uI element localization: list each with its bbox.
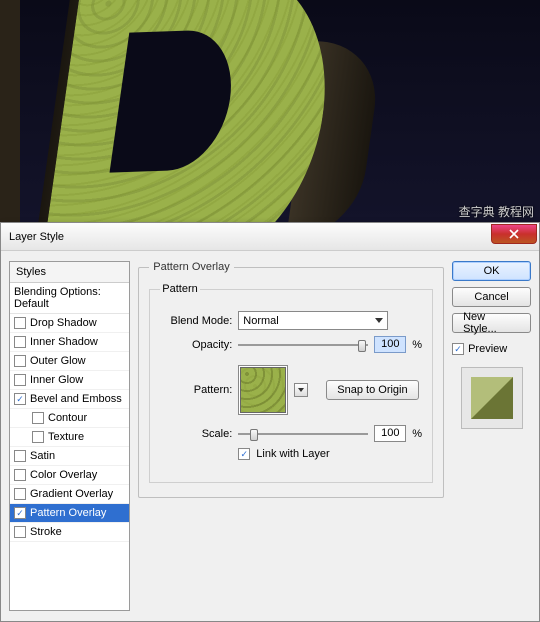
style-item-gradient-overlay[interactable]: Gradient Overlay — [10, 485, 129, 504]
style-item-pattern-overlay[interactable]: Pattern Overlay — [10, 504, 129, 523]
pattern-label: Pattern: — [160, 384, 232, 396]
snap-to-origin-button[interactable]: Snap to Origin — [326, 380, 418, 400]
style-item-label: Drop Shadow — [30, 317, 97, 329]
scale-unit: % — [412, 428, 422, 440]
style-item-drop-shadow[interactable]: Drop Shadow — [10, 314, 129, 333]
document-canvas: 查字典 教程网 — [0, 0, 540, 222]
style-item-checkbox[interactable] — [14, 336, 26, 348]
style-item-checkbox[interactable] — [32, 431, 44, 443]
style-item-satin[interactable]: Satin — [10, 447, 129, 466]
style-item-label: Color Overlay — [30, 469, 97, 481]
link-with-layer-label: Link with Layer — [256, 448, 329, 460]
preview-label: Preview — [468, 343, 507, 355]
style-item-checkbox[interactable] — [14, 317, 26, 329]
ok-button[interactable]: OK — [452, 261, 531, 281]
style-item-checkbox[interactable] — [14, 469, 26, 481]
scale-input[interactable]: 100 — [374, 425, 406, 442]
chevron-down-icon — [375, 318, 383, 323]
opacity-slider[interactable] — [238, 338, 368, 352]
pattern-overlay-group: Pattern Overlay Pattern Blend Mode: Norm… — [138, 261, 444, 498]
dialog-titlebar[interactable]: Layer Style — [1, 223, 539, 251]
opacity-label: Opacity: — [160, 339, 232, 351]
preview-checkbox[interactable] — [452, 343, 464, 355]
style-item-checkbox[interactable] — [14, 393, 26, 405]
style-item-label: Pattern Overlay — [30, 507, 106, 519]
chevron-down-icon — [298, 388, 304, 392]
style-item-stroke[interactable]: Stroke — [10, 523, 129, 542]
styles-header[interactable]: Styles — [10, 262, 129, 283]
style-item-bevel-and-emboss[interactable]: Bevel and Emboss — [10, 390, 129, 409]
blending-options-item[interactable]: Blending Options: Default — [10, 283, 129, 314]
pattern-inner-group: Pattern Blend Mode: Normal Opacity: — [149, 283, 433, 483]
close-icon — [509, 229, 519, 239]
preview-thumbnail — [461, 367, 523, 429]
style-item-label: Stroke — [30, 526, 62, 538]
style-item-checkbox[interactable] — [14, 488, 26, 500]
style-item-checkbox[interactable] — [14, 450, 26, 462]
style-item-checkbox[interactable] — [14, 507, 26, 519]
dialog-buttons: OK Cancel New Style... Preview — [452, 261, 531, 611]
new-style-button[interactable]: New Style... — [452, 313, 531, 333]
style-item-label: Outer Glow — [30, 355, 86, 367]
dialog-title: Layer Style — [9, 231, 491, 243]
blend-mode-label: Blend Mode: — [160, 315, 232, 327]
style-item-label: Inner Shadow — [30, 336, 98, 348]
style-item-contour[interactable]: Contour — [10, 409, 129, 428]
style-item-label: Satin — [30, 450, 55, 462]
pattern-picker-button[interactable] — [294, 383, 308, 397]
style-item-checkbox[interactable] — [32, 412, 44, 424]
style-item-outer-glow[interactable]: Outer Glow — [10, 352, 129, 371]
blend-mode-value: Normal — [243, 315, 278, 327]
link-with-layer-checkbox[interactable] — [238, 448, 250, 460]
inner-legend: Pattern — [160, 283, 199, 295]
close-button[interactable] — [491, 224, 537, 244]
style-item-label: Contour — [48, 412, 87, 424]
style-item-checkbox[interactable] — [14, 374, 26, 386]
style-item-inner-shadow[interactable]: Inner Shadow — [10, 333, 129, 352]
style-item-color-overlay[interactable]: Color Overlay — [10, 466, 129, 485]
style-item-texture[interactable]: Texture — [10, 428, 129, 447]
style-item-label: Inner Glow — [30, 374, 83, 386]
style-item-label: Gradient Overlay — [30, 488, 113, 500]
styles-list: Styles Blending Options: Default Drop Sh… — [9, 261, 130, 611]
pattern-swatch[interactable] — [238, 365, 288, 415]
blend-mode-select[interactable]: Normal — [238, 311, 388, 330]
settings-panel: Pattern Overlay Pattern Blend Mode: Norm… — [138, 261, 444, 611]
style-item-inner-glow[interactable]: Inner Glow — [10, 371, 129, 390]
opacity-unit: % — [412, 339, 422, 351]
scale-label: Scale: — [160, 428, 232, 440]
opacity-input[interactable]: 100 — [374, 336, 406, 353]
style-item-label: Texture — [48, 431, 84, 443]
style-item-label: Bevel and Emboss — [30, 393, 122, 405]
watermark: 查字典 教程网 — [459, 203, 534, 220]
scale-slider[interactable] — [238, 427, 368, 441]
group-legend: Pattern Overlay — [149, 261, 233, 273]
style-item-checkbox[interactable] — [14, 526, 26, 538]
style-item-checkbox[interactable] — [14, 355, 26, 367]
layer-style-dialog: Layer Style Styles Blending Options: Def… — [0, 222, 540, 622]
cancel-button[interactable]: Cancel — [452, 287, 531, 307]
